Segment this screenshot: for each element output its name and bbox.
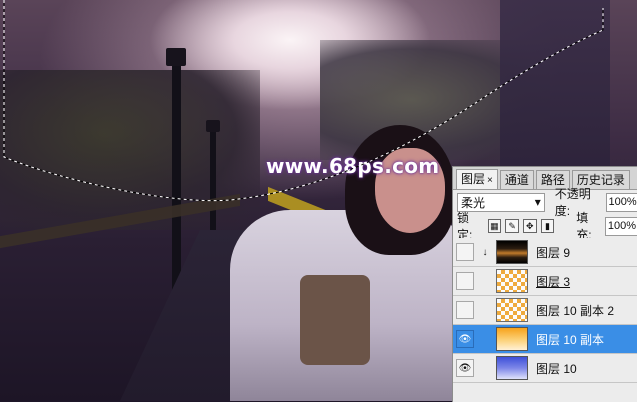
photo-person-vest — [300, 275, 370, 365]
layers-panel: 图层 × 通道 路径 历史记录 柔光 ▾ 不透明度: 100% 锁定: ▦ ✎ ✥… — [452, 166, 637, 402]
fill-input[interactable]: 100% — [604, 216, 637, 236]
layer-name[interactable]: 图层 10 — [536, 360, 577, 377]
lock-move-icon[interactable]: ✥ — [522, 219, 537, 233]
layer-row[interactable]: ↓ 图层 9 — [453, 238, 637, 267]
lock-row: 锁定: ▦ ✎ ✥ ▮ 填充: 100% — [453, 211, 637, 242]
photo-lamp-head — [166, 48, 186, 66]
layer-thumbnail[interactable] — [496, 356, 528, 380]
layer-thumbnail[interactable] — [496, 240, 528, 264]
layer-row[interactable]: 图层 10 副本 — [453, 325, 637, 354]
tab-layers-label: 图层 — [461, 172, 486, 186]
layer-row[interactable]: 图层 10 — [453, 354, 637, 383]
layer-row[interactable]: 图层 3 — [453, 267, 637, 296]
layer-name[interactable]: 图层 10 副本 — [536, 331, 604, 348]
lock-transparency-icon[interactable]: ▦ — [487, 219, 502, 233]
visibility-eye-icon[interactable] — [456, 330, 474, 348]
chevron-down-icon: ▾ — [534, 195, 541, 209]
layer-name[interactable]: 图层 10 副本 2 — [536, 302, 614, 319]
layers-list: ↓ 图层 9 图层 3 图层 10 副本 2 图层 10 副本图层 10 — [453, 238, 637, 383]
layer-name[interactable]: 图层 3 — [536, 273, 570, 290]
photo-lamppost — [172, 60, 181, 310]
layer-thumbnail[interactable] — [496, 298, 528, 322]
lock-brush-icon[interactable]: ✎ — [505, 219, 519, 233]
tab-layers[interactable]: 图层 × — [456, 169, 498, 189]
layer-name[interactable]: 图层 9 — [536, 244, 570, 261]
tab-channels[interactable]: 通道 — [499, 170, 534, 189]
visibility-eye-icon[interactable] — [456, 272, 474, 290]
layer-row[interactable]: 图层 10 副本 2 — [453, 296, 637, 325]
blend-mode-value: 柔光 — [461, 195, 486, 210]
photo-lamp-head-far — [206, 120, 220, 132]
watermark-text: www.68ps.com — [266, 154, 440, 178]
tab-close-icon[interactable]: × — [487, 175, 493, 186]
lock-all-icon[interactable]: ▮ — [540, 219, 555, 233]
tab-channels-label: 通道 — [504, 173, 529, 187]
opacity-input[interactable]: 100% — [605, 192, 637, 212]
panel-tabs: 图层 × 通道 路径 历史记录 — [453, 167, 637, 190]
visibility-eye-icon[interactable] — [456, 301, 474, 319]
layer-thumbnail[interactable] — [496, 269, 528, 293]
clipping-mask-icon: ↓ — [482, 246, 488, 258]
visibility-eye-icon[interactable] — [456, 359, 474, 377]
layer-thumbnail[interactable] — [496, 327, 528, 351]
visibility-eye-icon[interactable] — [456, 243, 474, 261]
